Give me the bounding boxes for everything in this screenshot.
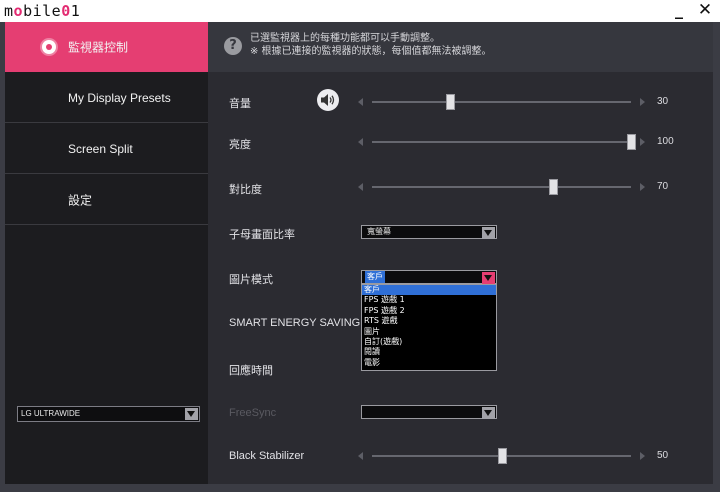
picture-mode-select[interactable]: 客戶 xyxy=(361,270,497,284)
picture-mode-value: 客戶 xyxy=(365,271,385,283)
monitor-select-value: LG ULTRAWIDE xyxy=(21,409,81,418)
aspect-ratio-label: 子母畫面比率 xyxy=(229,228,295,241)
slider-increase-icon[interactable] xyxy=(640,98,645,106)
freesync-select[interactable] xyxy=(361,405,497,419)
sidebar: 監視器控制 My Display Presets Screen Split 設定… xyxy=(5,22,208,484)
info-header: ? 已選監視器上的每種功能都可以手動調整。 ※ 根據已連接的監視器的狀態，每個值… xyxy=(208,22,713,72)
slider-track[interactable] xyxy=(372,141,631,143)
brightness-label: 亮度 xyxy=(229,138,251,151)
slider-thumb[interactable] xyxy=(549,179,559,195)
aspect-ratio-value: 寬螢幕 xyxy=(367,227,391,236)
help-icon[interactable]: ? xyxy=(224,37,242,55)
black-stabilizer-label: Black Stabilizer xyxy=(229,450,305,462)
picture-mode-label: 圖片模式 xyxy=(229,273,273,286)
volume-value: 30 xyxy=(657,96,669,107)
slider-track[interactable] xyxy=(372,101,631,103)
contrast-value: 70 xyxy=(657,181,669,192)
settings-panel: 音量 30 亮度 100 對比度 70 子母畫面比率 寬螢幕 圖片模式 客戶 S… xyxy=(208,72,713,484)
info-text-line-2: ※ 根據已連接的監視器的狀態，每個值都無法被調整。 xyxy=(250,46,492,57)
dropdown-option[interactable]: 自訂(遊戲) xyxy=(362,337,496,347)
chevron-down-icon[interactable] xyxy=(185,408,198,420)
title-bar: m o bil e 0 1 _ ✕ xyxy=(0,0,720,22)
dropdown-option[interactable]: FPS 遊戲 1 xyxy=(362,295,496,305)
radio-icon xyxy=(42,40,56,54)
mobile01-logo: m o bil e 0 1 xyxy=(4,2,81,20)
slider-decrease-icon[interactable] xyxy=(358,452,363,460)
chevron-down-icon[interactable] xyxy=(482,407,495,419)
response-time-label: 回應時間 xyxy=(229,364,273,377)
monitor-select[interactable]: LG ULTRAWIDE xyxy=(17,406,200,422)
sidebar-item-label: My Display Presets xyxy=(68,90,171,105)
picture-mode-dropdown: 客戶 FPS 遊戲 1 FPS 遊戲 2 RTS 遊戲 圖片 自訂(遊戲) 閱讀 電影 xyxy=(361,284,497,371)
slider-increase-icon[interactable] xyxy=(640,452,645,460)
slider-thumb[interactable] xyxy=(445,94,455,110)
chevron-down-icon[interactable] xyxy=(482,227,495,239)
dropdown-option[interactable]: 客戶 xyxy=(362,285,496,296)
dropdown-option[interactable]: FPS 遊戲 2 xyxy=(362,306,496,316)
brightness-value: 100 xyxy=(657,136,674,147)
sidebar-item-label: 設定 xyxy=(68,193,93,207)
volume-label: 音量 xyxy=(229,97,251,110)
volume-slider[interactable] xyxy=(358,94,645,110)
black-stabilizer-value: 50 xyxy=(657,450,669,461)
smart-energy-saving-label: SMART ENERGY SAVING xyxy=(229,317,361,329)
sidebar-item-label: 監視器控制 xyxy=(68,40,129,55)
slider-increase-icon[interactable] xyxy=(640,138,645,146)
dropdown-option[interactable]: 閱讀 xyxy=(362,347,496,357)
sidebar-item-settings[interactable]: 設定 xyxy=(5,175,208,225)
slider-increase-icon[interactable] xyxy=(640,183,645,191)
freesync-label: FreeSync xyxy=(229,407,277,419)
sidebar-item-display-presets[interactable]: My Display Presets xyxy=(5,73,208,123)
contrast-slider[interactable] xyxy=(358,179,645,195)
brightness-slider[interactable] xyxy=(358,134,645,150)
dropdown-option[interactable]: 圖片 xyxy=(362,327,496,337)
slider-thumb[interactable] xyxy=(497,448,507,464)
sidebar-item-label: Screen Split xyxy=(68,141,133,156)
speaker-icon[interactable] xyxy=(317,89,339,111)
sidebar-item-screen-split[interactable]: Screen Split xyxy=(5,124,208,174)
chevron-down-icon[interactable] xyxy=(482,272,495,284)
black-stabilizer-slider[interactable] xyxy=(358,448,645,464)
slider-thumb[interactable] xyxy=(627,134,636,150)
slider-track[interactable] xyxy=(372,186,631,188)
contrast-label: 對比度 xyxy=(229,183,262,196)
sidebar-item-monitor-control[interactable]: 監視器控制 xyxy=(5,22,208,72)
close-button[interactable]: ✕ xyxy=(695,1,715,20)
slider-decrease-icon[interactable] xyxy=(358,98,363,106)
aspect-ratio-select[interactable]: 寬螢幕 xyxy=(361,225,497,239)
dropdown-option[interactable]: 電影 xyxy=(362,358,496,368)
dropdown-option[interactable]: RTS 遊戲 xyxy=(362,316,496,326)
slider-decrease-icon[interactable] xyxy=(358,183,363,191)
slider-decrease-icon[interactable] xyxy=(358,138,363,146)
minimize-button[interactable]: _ xyxy=(669,1,689,20)
